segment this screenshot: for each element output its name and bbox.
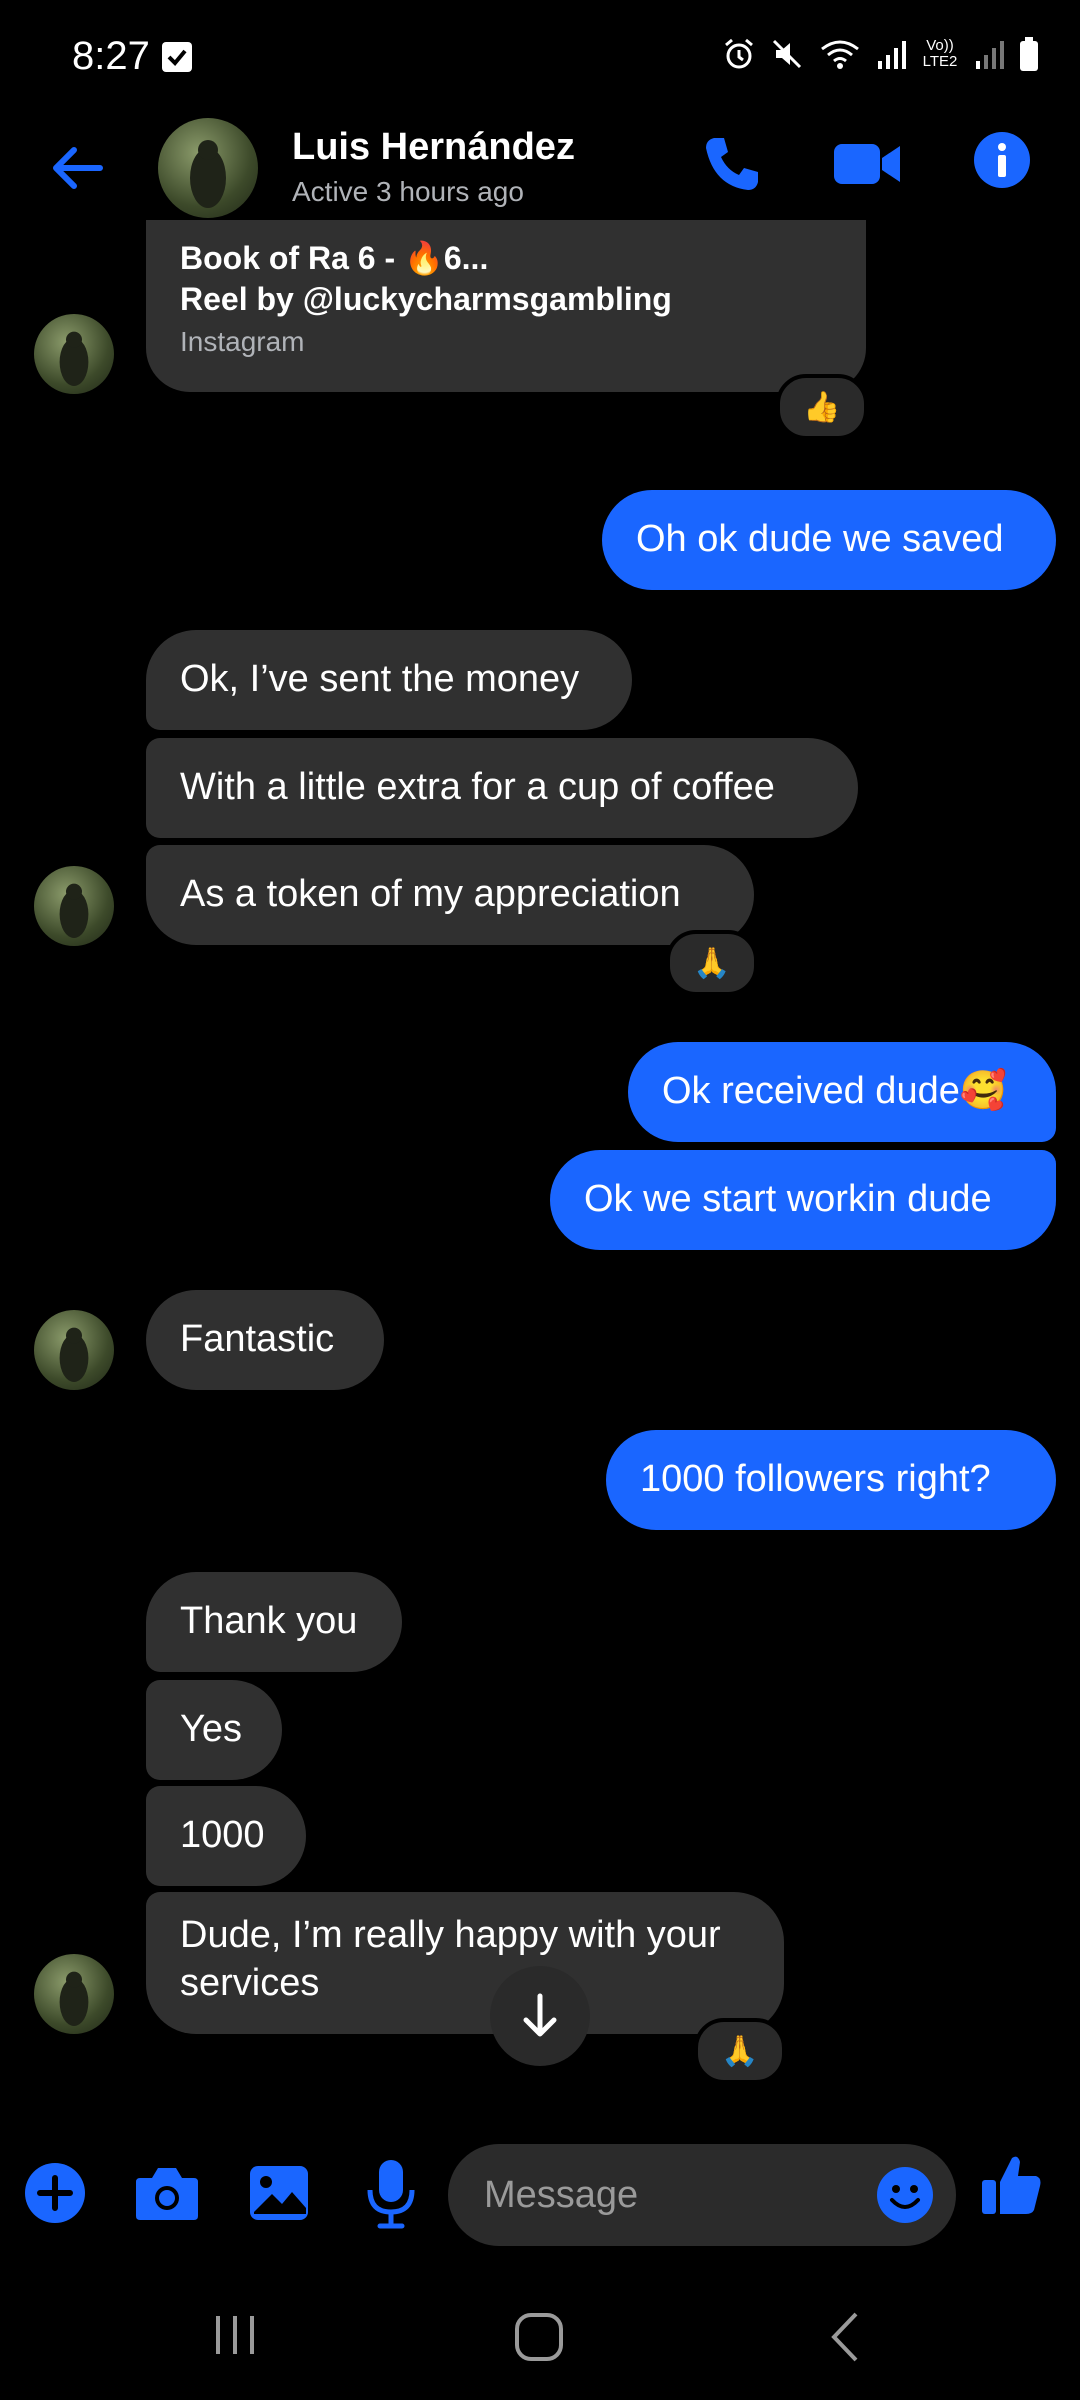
recents-icon: [216, 2316, 254, 2354]
plus-icon: [25, 2163, 85, 2223]
incoming-message[interactable]: As a token of my appreciation: [146, 845, 754, 945]
reaction-thumbs-up[interactable]: 👍: [776, 374, 868, 440]
status-time: 8:27: [72, 34, 150, 78]
info-icon: [974, 132, 1030, 188]
reaction-pray[interactable]: 🙏: [694, 2018, 786, 2084]
contact-name[interactable]: Luis Hernández: [292, 126, 575, 169]
outgoing-message[interactable]: 1000 followers right?: [606, 1430, 1056, 1530]
shared-reel-title: Book of Ra 6 - 🔥6...: [180, 240, 489, 276]
system-nav-bar: [0, 2280, 1080, 2400]
outgoing-message[interactable]: Ok received dude🥰: [628, 1042, 1056, 1142]
message-avatar[interactable]: [34, 1310, 114, 1390]
shared-reel-source: Instagram: [180, 326, 305, 357]
notification-check-icon: [162, 42, 192, 72]
battery-icon: [1020, 37, 1038, 71]
message-input[interactable]: Message: [448, 2144, 956, 2246]
back-button[interactable]: [48, 138, 108, 203]
shared-reel-subtitle: Reel by @luckycharmsgambling: [180, 281, 672, 317]
incoming-message[interactable]: With a little extra for a cup of coffee: [146, 738, 858, 838]
home-icon: [515, 2313, 563, 2361]
recent-apps-button[interactable]: [210, 2310, 260, 2365]
status-bar: 8:27 Vo)) LTE2: [0, 0, 1080, 110]
status-icons: Vo)) LTE2: [722, 36, 1040, 72]
voice-message-button[interactable]: [364, 2158, 418, 2235]
scroll-to-bottom-button[interactable]: [490, 1966, 590, 2066]
signal-icon: [878, 41, 906, 69]
reaction-pray[interactable]: 🙏: [666, 930, 758, 996]
message-avatar[interactable]: [34, 1954, 114, 2034]
microphone-icon: [367, 2160, 415, 2229]
thumbs-up-icon: [982, 2156, 1041, 2214]
arrow-down-icon: [523, 1993, 557, 2037]
message-avatar[interactable]: [34, 866, 114, 946]
info-button[interactable]: [972, 130, 1032, 195]
outgoing-message[interactable]: Oh ok dude we saved: [602, 490, 1056, 590]
signal-2-icon: [976, 41, 1004, 69]
wifi-icon: [821, 40, 859, 69]
incoming-message[interactable]: 1000: [146, 1786, 306, 1886]
camera-button[interactable]: [134, 2164, 200, 2227]
more-actions-button[interactable]: [24, 2162, 86, 2229]
back-nav-button[interactable]: [820, 2310, 870, 2369]
incoming-message[interactable]: Ok, I’ve sent the money: [146, 630, 632, 730]
video-camera-icon: [834, 144, 900, 184]
shared-reel-card[interactable]: Book of Ra 6 - 🔥6... Reel by @luckycharm…: [146, 220, 866, 392]
contact-avatar[interactable]: [158, 118, 258, 218]
incoming-message[interactable]: Fantastic: [146, 1290, 384, 1390]
presence-status: Active 3 hours ago: [292, 176, 524, 207]
image-icon: [250, 2166, 308, 2220]
camera-icon: [136, 2168, 198, 2220]
message-composer: Message: [0, 2130, 1080, 2260]
alarm-icon: [725, 38, 753, 69]
message-placeholder: Message: [484, 2174, 639, 2216]
smiley-icon: [877, 2167, 933, 2223]
home-button[interactable]: [512, 2310, 566, 2369]
back-chevron-icon: [831, 2312, 858, 2362]
video-call-button[interactable]: [832, 136, 902, 197]
voice-call-button[interactable]: [700, 132, 764, 201]
incoming-message[interactable]: Thank you: [146, 1572, 402, 1672]
back-arrow-icon: [53, 147, 103, 189]
phone-icon: [706, 138, 758, 190]
outgoing-message[interactable]: Ok we start workin dude: [550, 1150, 1056, 1250]
like-send-button[interactable]: [980, 2152, 1044, 2223]
emoji-button[interactable]: [876, 2166, 934, 2229]
incoming-message[interactable]: Yes: [146, 1680, 282, 1780]
network-label: Vo)) LTE2: [922, 37, 958, 70]
incoming-message[interactable]: Dude, I’m really happy with your service…: [146, 1892, 784, 2034]
gallery-button[interactable]: [248, 2164, 310, 2227]
message-avatar[interactable]: [34, 314, 114, 394]
mute-icon: [772, 39, 802, 69]
